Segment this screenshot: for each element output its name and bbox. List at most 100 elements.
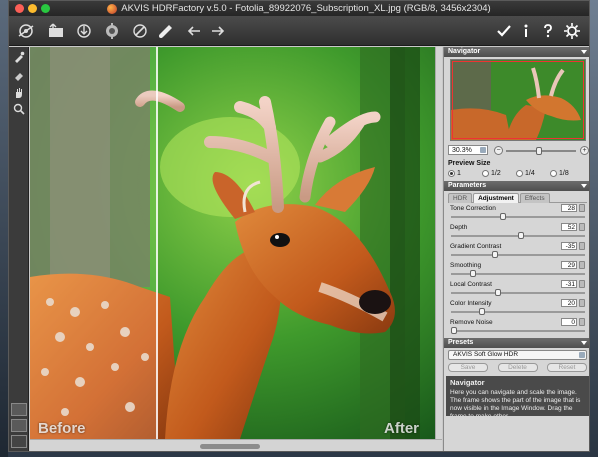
parameter-slider[interactable] bbox=[451, 213, 585, 220]
preset-dropdown[interactable]: AKVIS Soft Glow HDR bbox=[448, 350, 587, 360]
redo-arrow-icon[interactable] bbox=[207, 20, 229, 42]
parameter-row: Tone Correction 28 bbox=[448, 203, 587, 222]
parameter-label: Local Contrast bbox=[450, 281, 492, 288]
parameter-stepper[interactable] bbox=[579, 223, 585, 231]
reset-preset-button[interactable]: Reset bbox=[547, 363, 587, 372]
parameters-header[interactable]: Parameters bbox=[444, 181, 589, 191]
zoom-select[interactable]: 30.3% bbox=[448, 145, 488, 155]
parameter-slider-thumb[interactable] bbox=[500, 213, 506, 220]
navigator-thumbnail[interactable] bbox=[450, 59, 586, 141]
app-window: AKVIS HDRFactory v.5.0 - Fotolia_8992207… bbox=[8, 0, 590, 452]
help-text: Here you can navigate and scale the imag… bbox=[450, 389, 581, 416]
parameter-slider-thumb[interactable] bbox=[495, 289, 501, 296]
zoom-in-button[interactable]: + bbox=[580, 146, 589, 155]
parameter-slider-thumb[interactable] bbox=[518, 232, 524, 239]
navigator-view-frame[interactable] bbox=[452, 61, 584, 139]
undo-arrow-icon[interactable] bbox=[183, 20, 205, 42]
close-window-button[interactable] bbox=[15, 4, 24, 13]
horizontal-scroll-thumb[interactable] bbox=[200, 444, 260, 449]
parameter-stepper[interactable] bbox=[579, 204, 585, 212]
parameter-tabs: HDR Adjustment Effects bbox=[444, 191, 589, 203]
zoom-slider-thumb[interactable] bbox=[536, 147, 542, 155]
preview-size-option[interactable]: 1/4 bbox=[516, 169, 550, 177]
parameter-value-field[interactable]: -35 bbox=[561, 242, 577, 250]
apply-check-icon[interactable] bbox=[493, 20, 515, 42]
vertical-scrollbar[interactable] bbox=[435, 47, 442, 439]
parameter-slider-thumb[interactable] bbox=[479, 308, 485, 315]
before-after-divider[interactable] bbox=[156, 47, 158, 439]
settings-gear-icon[interactable] bbox=[561, 20, 583, 42]
preview-size-option[interactable]: 1 bbox=[448, 169, 482, 177]
parameter-label: Depth bbox=[450, 224, 468, 231]
parameter-slider[interactable] bbox=[451, 289, 585, 296]
zoom-out-button[interactable]: − bbox=[494, 146, 503, 155]
background-color-icon[interactable] bbox=[11, 435, 27, 448]
parameter-slider-thumb[interactable] bbox=[470, 270, 476, 277]
parameter-row: Local Contrast -31 bbox=[448, 279, 587, 298]
parameter-slider[interactable] bbox=[451, 251, 585, 258]
collapse-triangle-icon bbox=[581, 341, 587, 345]
delete-preset-button[interactable]: Delete bbox=[497, 363, 538, 372]
eyedropper-icon[interactable] bbox=[11, 49, 27, 65]
radio-icon bbox=[550, 169, 557, 177]
brush-icon[interactable] bbox=[155, 20, 177, 42]
parameter-value-field[interactable]: 20 bbox=[561, 299, 577, 307]
horizontal-scrollbar[interactable] bbox=[30, 439, 442, 451]
parameter-label: Smoothing bbox=[450, 262, 482, 269]
save-image-icon[interactable] bbox=[73, 20, 95, 42]
parameter-slider[interactable] bbox=[451, 270, 585, 277]
hand-tool-icon[interactable] bbox=[11, 85, 27, 101]
parameter-slider[interactable] bbox=[451, 308, 585, 315]
preview-size-options: 1 1/2 1/4 1/8 bbox=[444, 168, 589, 178]
parameter-slider[interactable] bbox=[451, 327, 585, 334]
tab-hdr[interactable]: HDR bbox=[448, 193, 473, 203]
help-icon[interactable] bbox=[537, 20, 559, 42]
zoom-tool-icon[interactable] bbox=[11, 101, 27, 117]
preview-size-option[interactable]: 1/8 bbox=[550, 169, 584, 177]
radio-icon bbox=[516, 169, 523, 177]
save-preset-button[interactable]: Save bbox=[448, 363, 488, 372]
parameter-slider[interactable] bbox=[451, 232, 585, 239]
radio-selected-icon bbox=[448, 169, 455, 177]
parameter-value-field[interactable]: -31 bbox=[561, 280, 577, 288]
presets-header[interactable]: Presets bbox=[444, 338, 589, 348]
navigator-header[interactable]: Navigator bbox=[444, 47, 589, 57]
info-icon[interactable] bbox=[515, 20, 537, 42]
parameter-row: Gradient Contrast -35 bbox=[448, 241, 587, 260]
parameter-value-field[interactable]: 0 bbox=[561, 318, 577, 326]
parameter-slider-thumb[interactable] bbox=[492, 251, 498, 258]
eraser-icon[interactable] bbox=[11, 67, 27, 83]
view-single-icon[interactable] bbox=[11, 403, 27, 416]
collapse-triangle-icon bbox=[581, 50, 587, 54]
zoom-controls: 30.3% − + bbox=[444, 144, 589, 158]
parameter-slider-thumb[interactable] bbox=[451, 327, 457, 334]
image-window[interactable]: Before After bbox=[30, 47, 442, 451]
tab-effects[interactable]: Effects bbox=[519, 193, 550, 203]
preview-size-option[interactable]: 1/2 bbox=[482, 169, 516, 177]
window-title: AKVIS HDRFactory v.5.0 - Fotolia_8992207… bbox=[121, 3, 491, 14]
workspace-icon[interactable] bbox=[15, 20, 37, 42]
maximize-window-button[interactable] bbox=[41, 4, 50, 13]
parameter-value-field[interactable]: 28 bbox=[561, 204, 577, 212]
open-image-icon[interactable] bbox=[45, 20, 67, 42]
parameter-value-field[interactable]: 52 bbox=[561, 223, 577, 231]
tab-adjustment[interactable]: Adjustment bbox=[473, 193, 519, 203]
parameter-row: Depth 52 bbox=[448, 222, 587, 241]
preview-size-header: Preview Size bbox=[448, 160, 491, 167]
plugins-icon[interactable] bbox=[129, 20, 151, 42]
help-title: Navigator bbox=[450, 378, 485, 387]
parameter-stepper[interactable] bbox=[579, 261, 585, 269]
parameter-stepper[interactable] bbox=[579, 280, 585, 288]
parameter-label: Gradient Contrast bbox=[450, 243, 502, 250]
after-label: After bbox=[384, 420, 420, 437]
parameter-stepper[interactable] bbox=[579, 318, 585, 326]
view-split-icon[interactable] bbox=[11, 419, 27, 432]
parameter-row: Color Intensity 20 bbox=[448, 298, 587, 317]
parameter-value-field[interactable]: 29 bbox=[561, 261, 577, 269]
zoom-slider[interactable] bbox=[506, 147, 576, 155]
parameter-stepper[interactable] bbox=[579, 242, 585, 250]
dropdown-arrow-icon bbox=[579, 352, 585, 358]
minimize-window-button[interactable] bbox=[28, 4, 37, 13]
parameter-stepper[interactable] bbox=[579, 299, 585, 307]
batch-icon[interactable] bbox=[101, 20, 123, 42]
